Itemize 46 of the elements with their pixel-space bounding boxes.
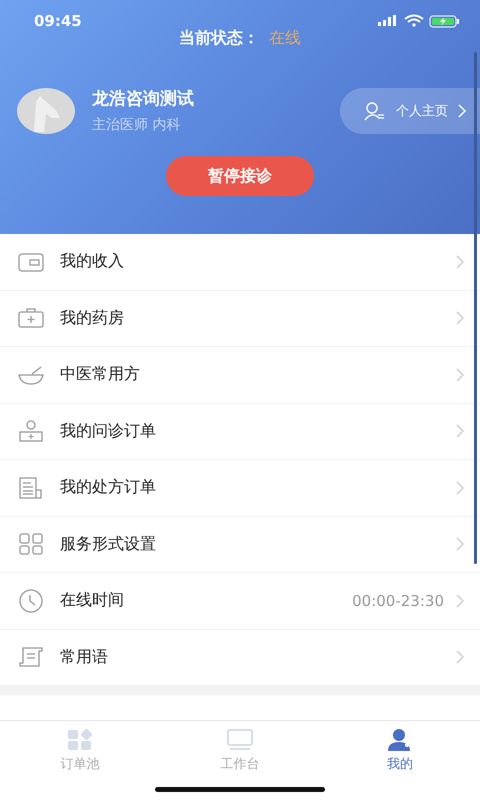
menu-label: 服务形式设置 bbox=[60, 534, 157, 555]
menu-label: 我的药房 bbox=[60, 308, 125, 329]
menu-item[interactable]: 服务形式设置 bbox=[0, 516, 480, 573]
wifi-icon bbox=[404, 14, 424, 27]
status-value: 在线 bbox=[269, 28, 301, 49]
menu-item[interactable]: 我的药房 bbox=[0, 290, 480, 347]
chevron-icon bbox=[458, 104, 466, 118]
menu-item[interactable]: 我的问诊订单 bbox=[0, 404, 480, 460]
clock-icon bbox=[18, 588, 44, 613]
chevron-icon bbox=[456, 650, 464, 664]
medical-kit-icon bbox=[18, 306, 44, 330]
chevron-icon bbox=[456, 311, 464, 326]
avatar bbox=[16, 88, 76, 134]
status-time: 09:45 bbox=[34, 12, 82, 30]
person-list-icon bbox=[364, 100, 386, 120]
menu-item[interactable]: 在线时间 00:00-23:30 bbox=[0, 573, 480, 630]
menu-label: 我的处方订单 bbox=[60, 477, 157, 498]
menu-label: 我的问诊订单 bbox=[60, 420, 157, 442]
chevron-icon bbox=[456, 594, 464, 608]
tab[interactable]: 我的 bbox=[320, 721, 480, 800]
menu-label: 中医常用方 bbox=[60, 364, 141, 386]
battery-icon bbox=[430, 16, 459, 28]
chevron-icon bbox=[456, 480, 464, 495]
signal-icon bbox=[378, 15, 396, 26]
doctor-title: 主治医师 内科 bbox=[92, 116, 182, 134]
chevron-icon bbox=[456, 254, 464, 269]
grid-icon bbox=[67, 729, 93, 751]
menu-item[interactable]: 我的收入 bbox=[0, 234, 480, 290]
doctor-name: 龙浩咨询测试 bbox=[92, 88, 195, 110]
pause-button[interactable]: 暂停接诊 bbox=[166, 156, 314, 196]
status-label: 当前状态： bbox=[179, 28, 259, 49]
menu-item[interactable]: 中医常用方 bbox=[0, 347, 480, 404]
doctor-desk-icon bbox=[18, 419, 44, 444]
monitor-icon bbox=[227, 729, 253, 751]
menu-value: 00:00-23:30 bbox=[352, 592, 444, 610]
menu-label: 在线时间 bbox=[60, 590, 125, 612]
menu-label: 我的收入 bbox=[60, 251, 125, 272]
chevron-icon bbox=[456, 537, 464, 552]
chevron-icon bbox=[456, 424, 464, 438]
person-icon bbox=[387, 729, 413, 751]
menu-item[interactable]: 我的处方订单 bbox=[0, 460, 480, 516]
scroll-icon bbox=[18, 645, 44, 670]
grid-icon bbox=[18, 532, 44, 556]
chevron-icon bbox=[456, 368, 464, 382]
menu-label: 常用语 bbox=[60, 646, 109, 668]
document-icon bbox=[18, 476, 44, 500]
